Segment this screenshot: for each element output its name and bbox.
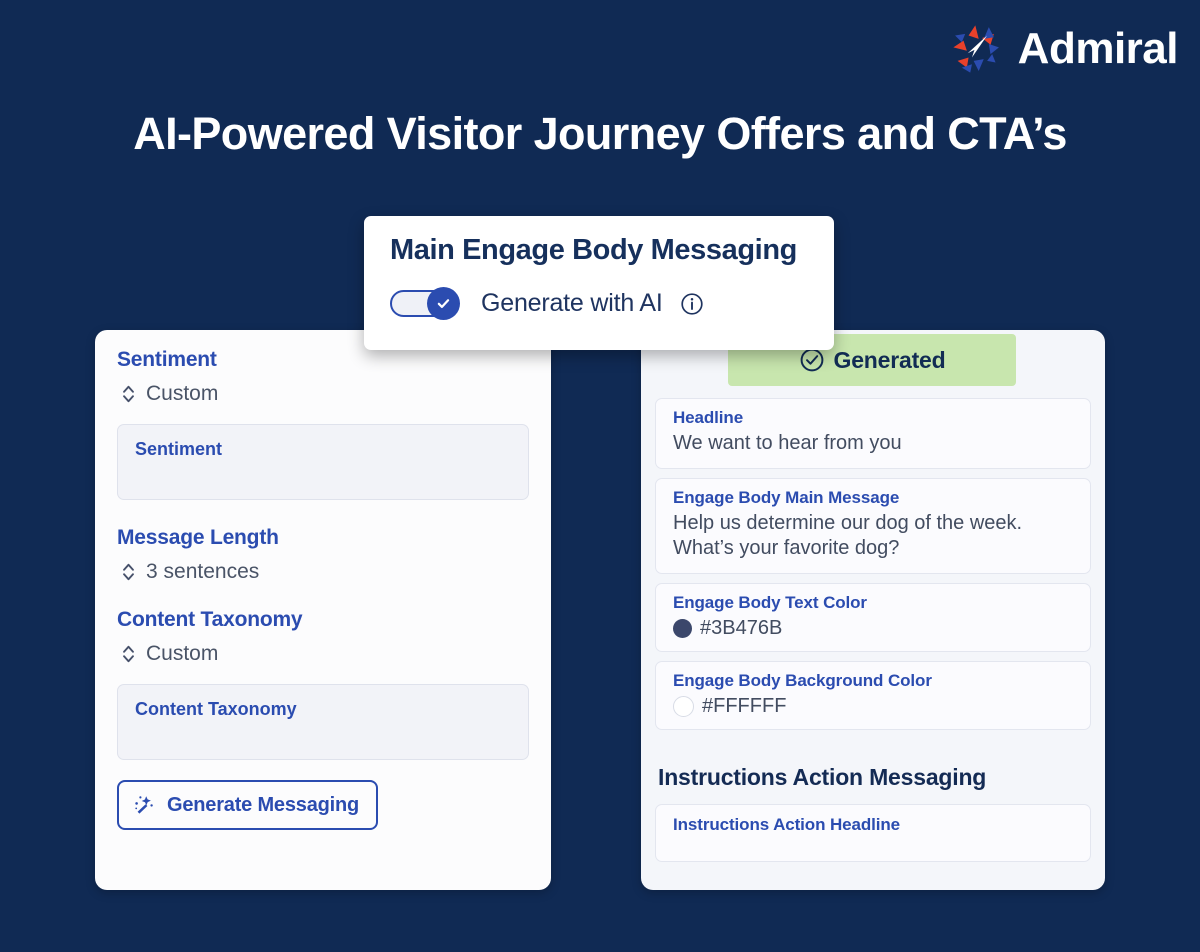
- color-swatch: [673, 618, 692, 638]
- sentiment-label: Sentiment: [117, 348, 217, 371]
- engage-body-main-message-value: Help us determine our dog of the week. W…: [673, 511, 1023, 560]
- sentiment-textarea-placeholder: Sentiment: [135, 439, 223, 459]
- chevron-up-down-icon: [123, 563, 134, 581]
- generate-with-ai-row: Generate with AI: [390, 287, 834, 320]
- engage-body-main-message-label: Engage Body Main Message: [673, 487, 900, 507]
- magic-wand-icon: [135, 796, 153, 814]
- generate-with-ai-toggle[interactable]: [390, 287, 464, 320]
- engage-body-background-color-label: Engage Body Background Color: [673, 670, 932, 690]
- generate-with-ai-label: Generate with AI: [481, 289, 663, 317]
- content-taxonomy-select[interactable]: Custom: [117, 642, 529, 666]
- admiral-pinwheel-logo-icon: [953, 25, 999, 73]
- engage-body-text-color-row: #3B476B: [673, 617, 1090, 640]
- sentiment-select-value: Custom: [146, 382, 219, 405]
- main-engage-body-messaging-popup: Main Engage Body Messaging Generate with…: [364, 216, 834, 350]
- engage-body-background-color-row: #FFFFFF: [673, 695, 1090, 718]
- content-taxonomy-textarea[interactable]: Content Taxonomy: [117, 684, 529, 760]
- status-badge-label: Generated: [833, 346, 946, 373]
- sentiment-select[interactable]: Custom: [117, 382, 529, 406]
- content-taxonomy-select-value: Custom: [146, 642, 219, 665]
- headline-field[interactable]: Headline We want to hear from you: [655, 398, 1091, 469]
- generate-messaging-button[interactable]: Generate Messaging: [117, 780, 379, 830]
- engage-body-text-color-value: #3B476B: [700, 616, 783, 639]
- content-taxonomy-label: Content Taxonomy: [117, 608, 303, 631]
- engage-body-text-color-label: Engage Body Text Color: [673, 592, 867, 612]
- instructions-action-messaging-heading: Instructions Action Messaging: [658, 763, 987, 790]
- content-taxonomy-textarea-placeholder: Content Taxonomy: [135, 699, 297, 719]
- headline-field-value: We want to hear from you: [673, 432, 902, 454]
- message-length-select-value: 3 sentences: [146, 560, 260, 583]
- message-length-select[interactable]: 3 sentences: [117, 560, 529, 584]
- instructions-action-headline-field[interactable]: Instructions Action Headline: [655, 803, 1091, 862]
- popup-title: Main Engage Body Messaging: [390, 234, 797, 266]
- engage-body-background-color-value: #FFFFFF: [702, 694, 787, 717]
- chevron-up-down-icon: [123, 645, 134, 663]
- engage-body-main-message-field[interactable]: Engage Body Main Message Help us determi…: [655, 477, 1091, 574]
- message-settings-panel: Sentiment Custom Sentiment Message Lengt…: [95, 330, 551, 890]
- color-swatch: [673, 695, 694, 717]
- check-icon: [437, 299, 450, 309]
- page-title: AI-Powered Visitor Journey Offers and CT…: [133, 108, 1067, 159]
- info-circle-icon[interactable]: [680, 292, 704, 316]
- check-circle-icon: [800, 348, 823, 372]
- generate-messaging-button-label: Generate Messaging: [167, 793, 360, 816]
- chevron-up-down-icon: [123, 385, 134, 403]
- instructions-action-headline-label: Instructions Action Headline: [673, 814, 901, 834]
- toggle-knob: [427, 287, 460, 320]
- headline-field-label: Headline: [673, 408, 744, 427]
- generated-output-panel: Generated Headline We want to hear from …: [641, 330, 1105, 890]
- engage-body-text-color-field[interactable]: Engage Body Text Color #3B476B: [655, 582, 1091, 652]
- brand-name: Admiral: [1017, 24, 1179, 73]
- engage-body-background-color-field[interactable]: Engage Body Background Color #FFFFFF: [655, 660, 1091, 730]
- message-length-label: Message Length: [117, 526, 279, 549]
- admiral-logo: Admiral: [950, 22, 1179, 76]
- sentiment-textarea[interactable]: Sentiment: [117, 424, 529, 500]
